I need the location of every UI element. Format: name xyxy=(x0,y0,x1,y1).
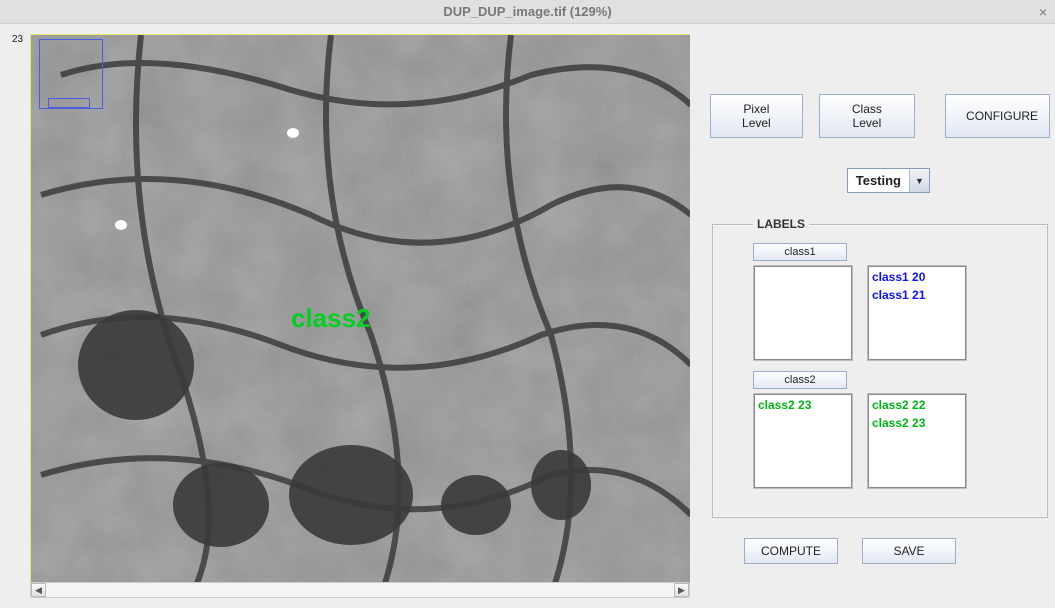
list-item[interactable]: class2 22 xyxy=(872,396,962,414)
class2-section: class2 class2 23 class2 22 class2 23 xyxy=(753,371,1007,489)
scrollbar-track[interactable] xyxy=(47,583,673,597)
list-item[interactable]: class2 23 xyxy=(758,396,848,414)
navigation-viewport-indicator[interactable] xyxy=(48,98,90,108)
class1-right-list[interactable]: class1 20 class1 21 xyxy=(867,265,967,361)
pixel-level-button[interactable]: Pixel Level xyxy=(710,94,803,138)
labels-panel: LABELS class1 class1 20 class1 21 xyxy=(712,217,1048,518)
scroll-right-arrow-icon[interactable]: ▶ xyxy=(674,583,689,597)
scroll-left-arrow-icon[interactable]: ◀ xyxy=(31,583,46,597)
bottom-toolbar: COMPUTE SAVE xyxy=(710,538,1050,564)
image-panel: 23 xyxy=(10,34,690,598)
class1-section: class1 class1 20 class1 21 xyxy=(753,243,1007,361)
chevron-down-icon: ▼ xyxy=(909,169,929,192)
mode-select-value: Testing xyxy=(848,169,909,192)
mode-select[interactable]: Testing ▼ xyxy=(847,168,930,193)
class2-left-list[interactable]: class2 23 xyxy=(753,393,853,489)
mode-toolbar: Pixel Level Class Level CONFIGURE xyxy=(710,94,1050,138)
labels-legend: LABELS xyxy=(753,217,809,231)
navigation-overview-box[interactable] xyxy=(39,39,103,109)
class1-left-list[interactable] xyxy=(753,265,853,361)
class2-right-list[interactable]: class2 22 class2 23 xyxy=(867,393,967,489)
compute-button[interactable]: COMPUTE xyxy=(744,538,838,564)
list-item[interactable]: class1 21 xyxy=(872,286,962,304)
class2-button[interactable]: class2 xyxy=(753,371,847,389)
close-icon[interactable]: × xyxy=(1039,4,1047,20)
class1-button[interactable]: class1 xyxy=(753,243,847,261)
microscopy-image xyxy=(31,35,690,584)
window-title: DUP_DUP_image.tif (129%) xyxy=(443,4,611,19)
image-viewport[interactable]: class2 xyxy=(30,34,690,584)
configure-button[interactable]: CONFIGURE xyxy=(945,94,1050,138)
horizontal-scrollbar[interactable]: ◀ ▶ xyxy=(30,582,690,598)
titlebar: DUP_DUP_image.tif (129%) × xyxy=(0,0,1055,24)
save-button[interactable]: SAVE xyxy=(862,538,956,564)
class-level-button[interactable]: Class Level xyxy=(819,94,915,138)
list-item[interactable]: class2 23 xyxy=(872,414,962,432)
list-item[interactable]: class1 20 xyxy=(872,268,962,286)
right-panel: Pixel Level Class Level CONFIGURE Testin… xyxy=(690,34,1055,598)
ruler-tick-label: 23 xyxy=(12,34,23,45)
